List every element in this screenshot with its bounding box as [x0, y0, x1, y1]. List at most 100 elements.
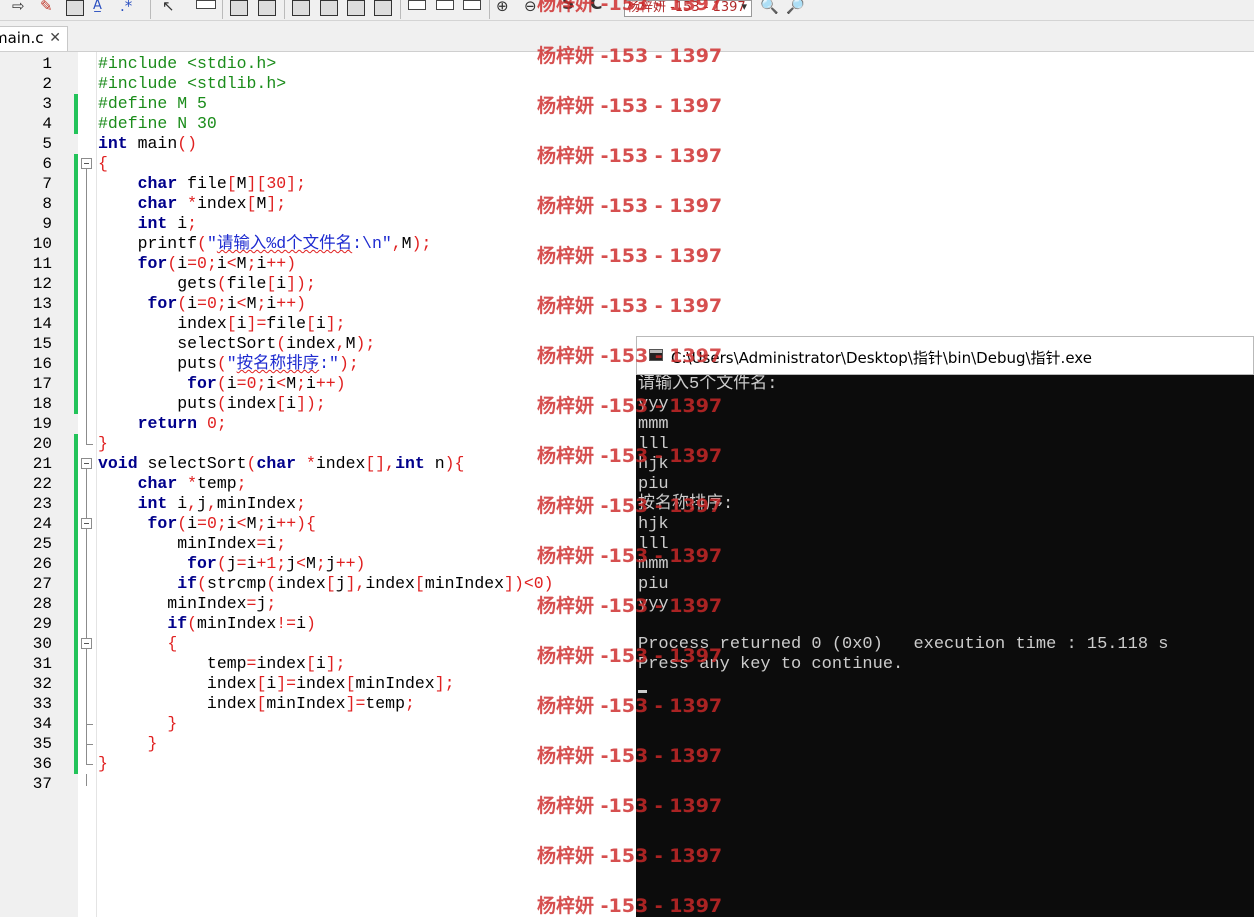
change-marker — [74, 154, 78, 174]
line-number: 18 — [32, 395, 52, 413]
find-icon[interactable]: 🔍 — [760, 0, 779, 15]
diagonal-grid-icon[interactable] — [258, 0, 276, 16]
toolbar-separator — [400, 0, 401, 19]
code-line: #include <stdio.h> — [98, 54, 277, 73]
code-line: int main() — [98, 134, 198, 153]
chevron-down-icon[interactable]: ▾ — [741, 1, 747, 14]
line-number: 33 — [32, 695, 52, 713]
frame-icon-2[interactable] — [436, 0, 454, 10]
code-line: if(minIndex!=i) — [167, 614, 316, 633]
code-line: { — [98, 154, 108, 173]
change-marker — [74, 354, 78, 374]
code-line: minIndex=i; — [98, 534, 287, 553]
frame-icon-3[interactable] — [463, 0, 481, 10]
line-number: 5 — [42, 135, 52, 153]
change-marker — [74, 474, 78, 494]
line-number: 30 — [32, 635, 52, 653]
align-top-icon[interactable] — [292, 0, 310, 16]
code-line: for(j=i+1;j<M;j++) — [187, 554, 366, 573]
fold-toggle[interactable] — [81, 518, 92, 529]
tab-main-c[interactable]: main.c ✕ — [0, 26, 68, 51]
fold-toggle[interactable] — [81, 158, 92, 169]
line-number: 11 — [32, 255, 52, 273]
change-marker — [74, 214, 78, 234]
console-line: hjk — [638, 455, 669, 474]
line-number: 8 — [42, 195, 52, 213]
find-next-icon[interactable]: 🔎 — [786, 0, 805, 15]
line-number: 15 — [32, 335, 52, 353]
console-title: C:\Users\Administrator\Desktop\指针\bin\De… — [671, 349, 1092, 367]
forward-arrow-icon[interactable]: ⇨ — [12, 0, 25, 15]
text-style-icon[interactable]: A̲ — [93, 0, 102, 13]
step-icon[interactable]: S — [562, 0, 574, 14]
code-line: index[minIndex]=temp; — [98, 694, 415, 713]
change-marker — [74, 234, 78, 254]
console-line: 请输入5个文件名: — [638, 375, 778, 394]
line-number: 4 — [42, 115, 52, 133]
align-bottom-icon[interactable] — [347, 0, 365, 16]
close-icon[interactable]: ✕ — [49, 27, 61, 50]
change-marker — [74, 94, 78, 114]
change-marker — [74, 634, 78, 654]
line-number: 14 — [32, 315, 52, 333]
code-line: int i,j,minIndex; — [137, 494, 306, 513]
code-line: minIndex=j; — [98, 594, 277, 613]
line-number: 3 — [42, 95, 52, 113]
change-marker — [74, 114, 78, 134]
change-marker — [74, 394, 78, 414]
change-marker — [74, 374, 78, 394]
code-line: for(i=0;i<M;i++){ — [147, 514, 316, 533]
console-window[interactable]: C:\Users\Administrator\Desktop\指针\bin\De… — [636, 336, 1254, 917]
line-number: 24 — [32, 515, 52, 533]
console-output[interactable]: 请输入5个文件名: yyy mmm lll hjk piu 按名称排序: hjk lll mmm p… — [636, 375, 1254, 917]
code-line: puts(index[i]); — [98, 394, 326, 413]
change-marker — [74, 554, 78, 574]
code-line: } — [98, 434, 108, 453]
fold-toggle[interactable] — [81, 458, 92, 469]
change-marker — [74, 274, 78, 294]
change-marker — [74, 294, 78, 314]
highlight-pen-icon[interactable]: ✎ — [40, 0, 53, 15]
line-number: 10 — [32, 235, 52, 253]
line-number: 19 — [32, 415, 52, 433]
line-number: 28 — [32, 595, 52, 613]
window-icon[interactable] — [66, 0, 84, 16]
grid-icon[interactable] — [230, 0, 248, 16]
console-line: 按名称排序: — [638, 495, 734, 514]
align-middle-icon[interactable] — [320, 0, 338, 16]
code-line: char file[M][30]; — [137, 174, 306, 193]
code-line: char *index[M]; — [137, 194, 287, 213]
change-marker — [74, 674, 78, 694]
console-line: Press any key to continue. — [638, 655, 904, 674]
console-app-icon — [649, 349, 663, 361]
fold-guide — [86, 649, 87, 724]
line-number: 9 — [42, 215, 52, 233]
line-number: 29 — [32, 615, 52, 633]
code-line: for(i=0;i<M;i++) — [137, 254, 297, 273]
change-marker — [74, 714, 78, 734]
console-line: piu — [638, 475, 669, 494]
zoom-in-icon[interactable]: ⊕ — [496, 0, 509, 15]
frame-icon[interactable] — [408, 0, 426, 10]
line-number: 37 — [32, 775, 52, 793]
pointer-icon[interactable]: ↖ — [162, 0, 175, 15]
fold-toggle[interactable] — [81, 638, 92, 649]
regex-icon[interactable]: .* — [120, 0, 132, 15]
line-number: 6 — [42, 155, 52, 173]
change-marker — [74, 514, 78, 534]
search-combo[interactable]: 杨梓妍 -153 - 1397 ▾ — [624, 0, 752, 17]
console-line: mmm — [638, 555, 669, 574]
console-title-bar[interactable]: C:\Users\Administrator\Desktop\指针\bin\De… — [636, 336, 1254, 375]
toolbar-separator — [150, 0, 151, 19]
code-line: printf("请输入%d个文件名:\n",M); — [98, 234, 432, 253]
tab-bar: main.c ✕ — [0, 21, 1254, 52]
line-number: 13 — [32, 295, 52, 313]
change-marker — [74, 254, 78, 274]
console-line: yyy — [638, 395, 669, 414]
line-number: 22 — [32, 475, 52, 493]
zoom-out-icon[interactable]: ⊖ — [524, 0, 537, 15]
code-line: int i; — [137, 214, 198, 233]
align-full-icon[interactable] — [374, 0, 392, 16]
continue-icon[interactable]: C — [590, 0, 602, 14]
rectangle-icon[interactable] — [196, 0, 216, 9]
